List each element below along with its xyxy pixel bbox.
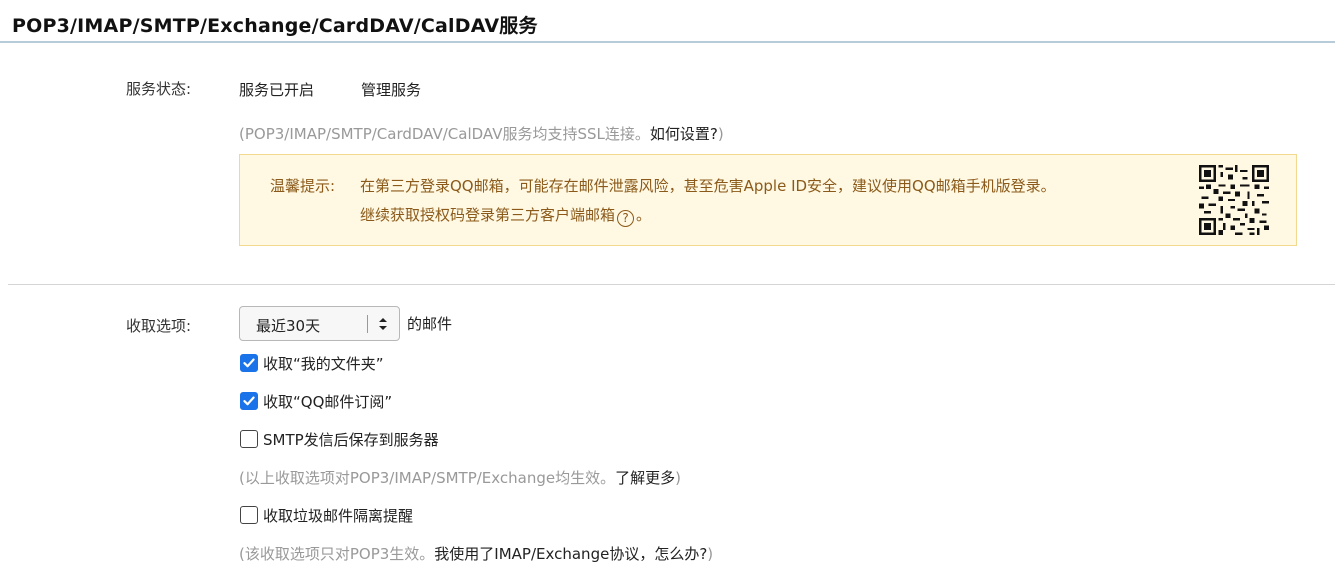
learn-more-link[interactable]: 了解更多 (615, 469, 675, 487)
section-header: POP3/IMAP/SMTP/Exchange/CardDAV/CalDAV服务 (0, 0, 1335, 43)
section-divider (8, 284, 1335, 285)
fetch-options-label: 收取选项: (126, 317, 192, 335)
service-status-label: 服务状态: (126, 80, 192, 98)
up-down-arrows-icon (379, 318, 387, 330)
checkmark-icon (243, 358, 255, 368)
get-auth-code-link[interactable]: 继续获取授权码登录第三方客户端邮箱 (360, 206, 615, 224)
pop3-only-note-text: (该收取选项只对POP3生效。 (239, 545, 435, 563)
section-title: POP3/IMAP/SMTP/Exchange/CardDAV/CalDAV服务 (12, 15, 538, 37)
spam-quarantine-checkbox[interactable] (240, 506, 258, 524)
ssl-note-text: (POP3/IMAP/SMTP/CardDAV/CalDAV服务均支持SSL连接… (239, 125, 650, 143)
select-separator (367, 315, 368, 333)
fetch-my-folders-checkbox[interactable] (240, 354, 258, 372)
ssl-note: (POP3/IMAP/SMTP/CardDAV/CalDAV服务均支持SSL连接… (239, 123, 724, 144)
notice-line-2-suffix: 。 (636, 206, 652, 224)
smtp-save-sent-label[interactable]: SMTP发信后保存到服务器 (263, 429, 439, 450)
pop3-only-note-close: ) (707, 545, 714, 563)
fetch-options-note-close: ) (675, 469, 681, 487)
checkmark-icon (243, 396, 255, 406)
fetch-qq-subscription-label[interactable]: 收取“QQ邮件订阅” (263, 391, 392, 412)
help-icon[interactable]: ? (617, 210, 635, 227)
qr-code-icon (1199, 165, 1269, 235)
pop3-only-note: (该收取选项只对POP3生效。我使用了IMAP/Exchange协议，怎么办?) (239, 543, 713, 564)
imap-exchange-help-link[interactable]: 我使用了IMAP/Exchange协议，怎么办? (434, 545, 707, 563)
fetch-range-suffix: 的邮件 (407, 315, 453, 333)
how-to-setup-link[interactable]: 如何设置? (650, 125, 718, 143)
notice-line-2: 继续获取授权码登录第三方客户端邮箱?。 (360, 204, 651, 227)
fetch-qq-subscription-checkbox[interactable] (240, 392, 258, 410)
ssl-note-close: ) (717, 125, 724, 143)
fetch-range-select[interactable]: 最近30天 (239, 306, 400, 341)
manage-service-link[interactable]: 管理服务 (361, 79, 421, 100)
notice-line-1: 在第三方登录QQ邮箱，可能存在邮件泄露风险，甚至危害Apple ID安全，建议使… (360, 177, 1056, 195)
service-status-value: 服务已开启 (239, 81, 315, 99)
security-notice: 温馨提示: 在第三方登录QQ邮箱，可能存在邮件泄露风险，甚至危害Apple ID… (239, 154, 1297, 246)
fetch-my-folders-label[interactable]: 收取“我的文件夹” (263, 353, 384, 374)
smtp-save-sent-checkbox[interactable] (240, 430, 258, 448)
fetch-options-note-text: (以上收取选项对POP3/IMAP/SMTP/Exchange均生效。 (239, 469, 616, 487)
fetch-range-value: 最近30天 (256, 317, 321, 335)
spam-quarantine-label[interactable]: 收取垃圾邮件隔离提醒 (263, 505, 413, 526)
notice-label: 温馨提示: (270, 177, 336, 195)
fetch-options-note: (以上收取选项对POP3/IMAP/SMTP/Exchange均生效。了解更多) (239, 467, 681, 488)
